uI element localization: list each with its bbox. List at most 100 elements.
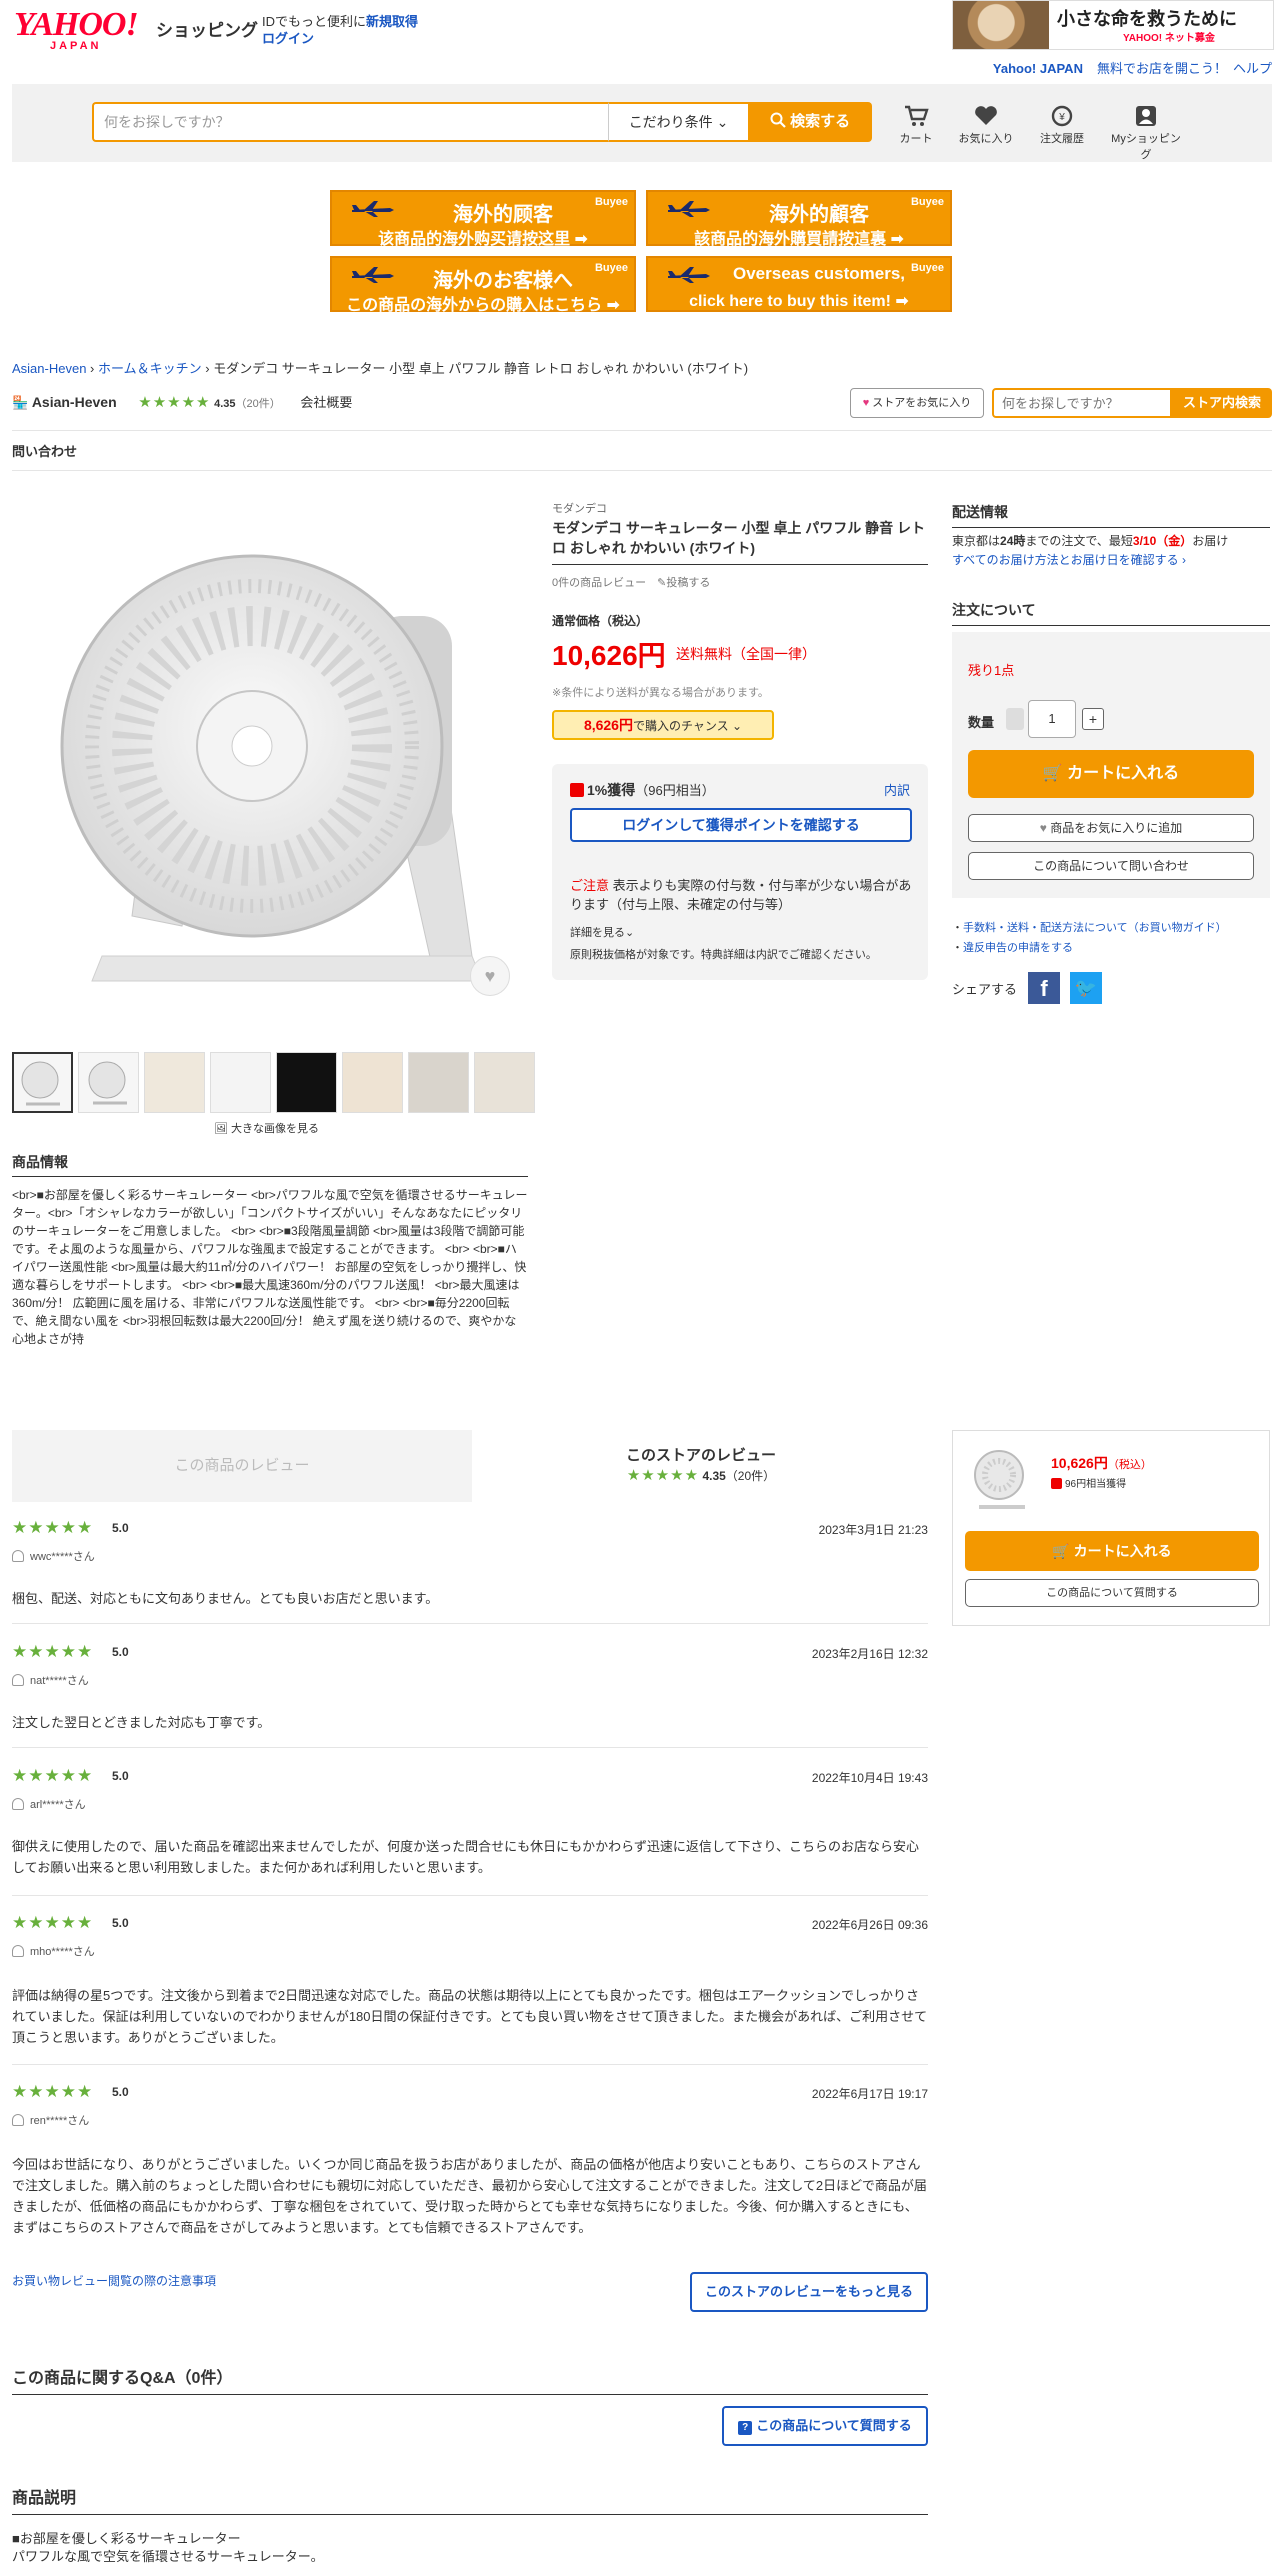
sticky-question-button[interactable]: この商品について質問する [965,1579,1259,1607]
qa-heading: この商品に関するQ&A（0件） [12,2364,928,2395]
post-review-link[interactable]: 投稿する [666,577,710,589]
description-text: ■お部屋を優しく彩るサーキュレーター パワフルな風で空気を循環させるサーキュレー… [12,2530,324,2566]
store-fav-button[interactable]: ♥ ストアをお気に入り [850,388,984,418]
svg-text:¥: ¥ [1058,112,1065,123]
tab-store-reviews[interactable]: このストアのレビュー [474,1444,928,1465]
chance-text: で購入のチャンス [632,719,729,733]
tab-product-reviews[interactable]: この商品のレビュー [12,1430,472,1502]
nav-cart[interactable]: カート [878,104,954,146]
twitter-icon[interactable]: 🐦 [1070,972,1102,1004]
product-image[interactable] [12,486,527,1006]
nav-history[interactable]: ¥ 注文履歴 [1024,104,1100,146]
points-detail-link[interactable]: 内訳 [884,780,910,799]
register-link[interactable]: 新規取得 [366,14,418,29]
thumbnail[interactable] [78,1052,139,1113]
ask-question-button[interactable]: ? この商品について質問する [722,2406,928,2446]
shopping-logo[interactable]: ショッピング [156,16,258,41]
facebook-icon[interactable]: f [1028,972,1060,1004]
store-name[interactable]: Asian-Heven [32,394,117,410]
quantity-plus-button[interactable]: + [1082,708,1104,730]
nav-my-shopping[interactable]: Myショッピング [1106,104,1186,162]
review-user-name: ren*****さん [30,2115,90,2127]
ad-subtext: YAHOO! ネット募金 [1123,33,1215,44]
review-user: ren*****さん [12,2112,89,2128]
quantity-input[interactable]: 1 [1028,700,1076,738]
sticky-product-image [974,1450,1025,1509]
thumbnail[interactable] [144,1052,205,1113]
quantity-minus-button[interactable] [1006,708,1024,730]
thumbnail[interactable] [342,1052,403,1113]
breadcrumb-category[interactable]: ホーム＆キッチン [98,361,202,376]
product-brand[interactable]: モダンデコ [552,500,607,516]
condition-dropdown[interactable]: こだわり条件 ⌄ [608,102,748,142]
points-more-link[interactable]: 詳細を見る⌄ [570,924,634,940]
delivery-date: 3/10（金） [1132,534,1193,548]
thumbnail[interactable] [474,1052,535,1113]
buyee-banner-simplified[interactable]: Buyee 海外的顾客 该商品的海外购买请按这里 ➡ [330,190,636,248]
nav-my-shopping-label: Myショッピング [1111,133,1181,161]
header-ad[interactable]: 小さな命を救うために YAHOO! ネット募金 [952,0,1274,50]
delivery-text: 東京都は [952,534,1001,548]
yahoo-logo[interactable]: YAHOO! [14,8,139,42]
review-body: 注文した翌日とどきました対応も丁寧です。 [12,1715,271,1730]
banner-line2: この商品の海外からの購入はこちら ➡ [346,297,620,314]
store-review-count[interactable]: （20件） [236,398,281,410]
sticky-tax: （税込） [1107,1459,1152,1471]
delivery-all-link[interactable]: すべてのお届け方法とお届け日を確認する › [952,553,1186,567]
add-favorite-button[interactable]: ♥ 商品をお気に入りに追加 [968,814,1254,842]
share-label: シェアする [952,982,1018,997]
product-info-heading: 商品情報 [12,1152,528,1177]
purchase-chance-button[interactable]: 8,626円で購入のチャンス ⌄ [552,710,774,740]
sticky-price: 10,626円（税込） [1051,1453,1152,1473]
review-date: 2022年6月26日 09:36 [811,1918,928,1932]
review-body: 梱包、配送、対応ともに文句ありません。とても良いお店だと思います。 [12,1591,439,1606]
nav-favorites[interactable]: お気に入り [948,104,1024,146]
more-store-reviews-button[interactable]: このストアのレビューをもっと見る [690,2272,928,2312]
open-store-link[interactable]: 無料でお店を開こう！ [1097,61,1227,76]
thumbnail[interactable] [276,1052,337,1113]
favorite-heart-button[interactable]: ♥ [470,956,510,996]
buyee-banner-english[interactable]: Buyee Overseas customers, click here to … [646,256,952,312]
help-link[interactable]: ヘルプ [1233,61,1272,76]
ask-question-label: この商品について質問する [756,2418,912,2433]
breadcrumb-store[interactable]: Asian-Heven [12,361,86,376]
order-links: 手数料・送料・配送方法について（お買い物ガイド） 違反申告の申請をする [952,918,1227,958]
thumbnail[interactable] [408,1052,469,1113]
add-favorite-label: 商品をお気に入りに追加 [1050,821,1183,835]
review-item: ★★★★★ 5.0 2022年6月17日 19:17 ren*****さん 今回… [12,2082,928,2248]
report-violation-link[interactable]: 違反申告の申請をする [952,938,1227,958]
product-inquiry-button[interactable]: この商品について問い合わせ [968,852,1254,880]
store-search-button[interactable]: ストア内検索 [1172,388,1272,418]
edit-icon: ✎ [657,577,667,589]
header-links: Yahoo! JAPAN 無料でお店を開こう！ ヘルプ [993,58,1272,77]
review-score: 5.0 [112,1521,129,1535]
heart-icon [975,106,997,125]
product-price: 10,626円 [552,640,666,671]
store-review-count: （20件） [725,1469,776,1483]
view-large-image-link[interactable]: 🖼 大きな画像を見る [214,1120,319,1136]
sticky-add-to-cart-button[interactable]: 🛒 カートに入れる [965,1531,1259,1571]
company-link[interactable]: 会社概要 [300,395,352,410]
heart-icon: ♥ [484,966,496,986]
inquiry-tab[interactable]: 問い合わせ [12,430,1272,471]
yahoo-japan-link[interactable]: Yahoo! JAPAN [993,61,1083,76]
add-to-cart-button[interactable]: 🛒 カートに入れる [968,750,1254,798]
user-icon [12,2114,24,2126]
search-button[interactable]: 検索する [748,102,872,142]
review-notes-link[interactable]: お買い物レビュー閲覧の際の注意事項 [12,2272,216,2289]
points-amount: （96円相当） [635,783,715,798]
thumbnail[interactable] [210,1052,271,1113]
buyee-banner-traditional[interactable]: Buyee 海外的顧客 該商品的海外購買請按這裏 ➡ [646,190,952,248]
review-body: 今回はお世話になり、ありがとうございました。いくつか同じ商品を扱うお店がありまし… [12,2157,927,2235]
delivery-text: お届け [1192,534,1229,548]
review-score: 5.0 [112,1916,129,1930]
store-review-stars: ★★★★★ [626,1467,700,1484]
store-search-input[interactable] [992,388,1172,418]
login-link[interactable]: ログイン [262,28,314,47]
review-date: 2023年3月1日 21:23 [818,1523,928,1537]
thumbnail[interactable] [12,1052,73,1113]
fees-guide-link[interactable]: 手数料・送料・配送方法について（お買い物ガイド） [952,918,1227,938]
points-login-button[interactable]: ログインして獲得ポイントを確認する [570,808,912,842]
buyee-banner-japanese[interactable]: Buyee 海外のお客様へ この商品の海外からの購入はこちら ➡ [330,256,636,314]
search-input[interactable] [92,102,608,142]
